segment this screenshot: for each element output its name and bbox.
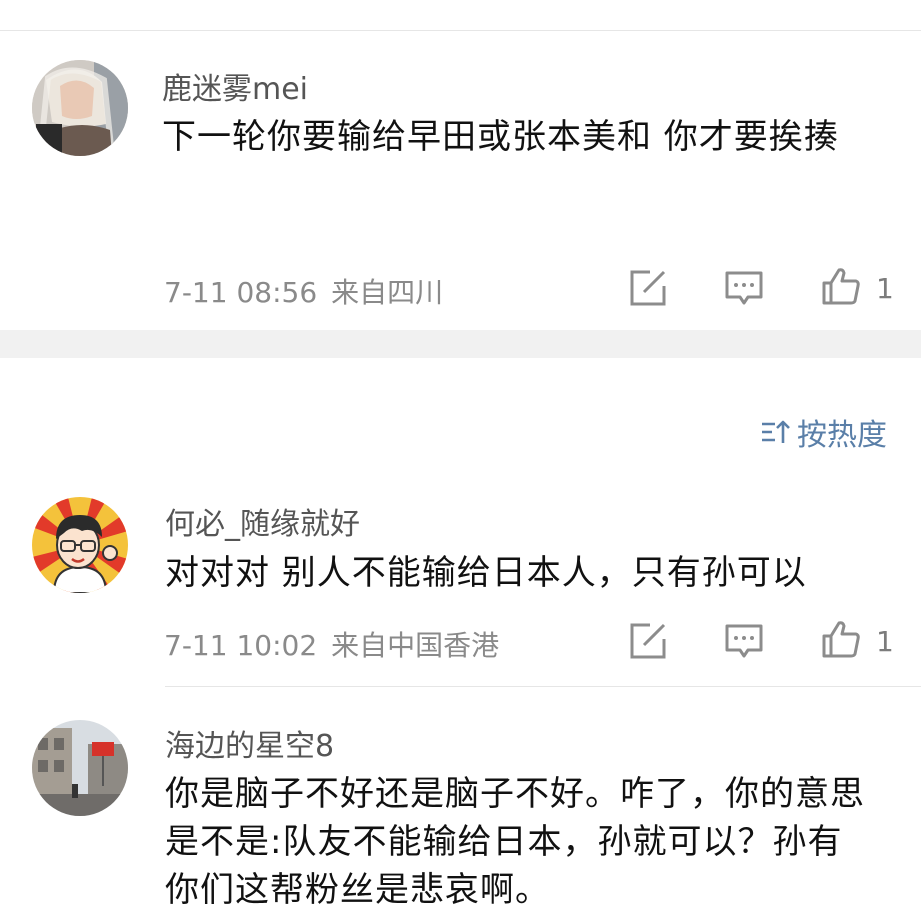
- avatar-street-photo: [32, 720, 128, 816]
- sort-by-hot-button[interactable]: 按热度: [759, 410, 887, 454]
- comment-text: 下一轮你要输给早田或张本美和 你才要挨揍: [162, 117, 839, 157]
- thumb-up-icon[interactable]: [821, 619, 861, 659]
- comment-text: 你是脑子不好还是脑子不好。咋了，你的意思是不是:队友不能输给日本，孙就可以？孙有…: [165, 774, 865, 910]
- comment-divider: [165, 686, 921, 687]
- username[interactable]: 何必_随缘就好: [165, 499, 360, 543]
- avatar[interactable]: [32, 60, 128, 156]
- section-divider: [0, 330, 921, 358]
- sort-icon: [762, 420, 790, 443]
- avatar[interactable]: [32, 497, 128, 593]
- top-divider: [0, 30, 921, 31]
- like-count: 1: [876, 272, 894, 305]
- avatar[interactable]: [32, 720, 128, 816]
- timestamp: 7-11 10:02: [164, 629, 318, 662]
- share-icon[interactable]: [628, 268, 668, 308]
- comment-meta: 7-11 10:02 来自中国香港: [164, 624, 499, 664]
- username[interactable]: 鹿迷雾mei: [162, 64, 308, 108]
- share-icon[interactable]: [628, 621, 668, 661]
- avatar-cartoon: [32, 497, 128, 593]
- like-count: 1: [876, 625, 894, 658]
- comment-meta: 7-11 08:56 来自四川: [164, 271, 443, 311]
- avatar-photo: [32, 60, 128, 156]
- comment-icon[interactable]: [724, 268, 764, 308]
- comment-icon[interactable]: [724, 621, 764, 661]
- location: 来自中国香港: [331, 629, 500, 662]
- location: 来自四川: [331, 276, 444, 309]
- thumb-up-icon[interactable]: [821, 266, 861, 306]
- username[interactable]: 海边的星空8: [165, 721, 334, 765]
- sort-label: 按热度: [797, 418, 887, 453]
- comment-text: 对对对 别人不能输给日本人，只有孙可以: [165, 553, 807, 593]
- timestamp: 7-11 08:56: [164, 276, 318, 309]
